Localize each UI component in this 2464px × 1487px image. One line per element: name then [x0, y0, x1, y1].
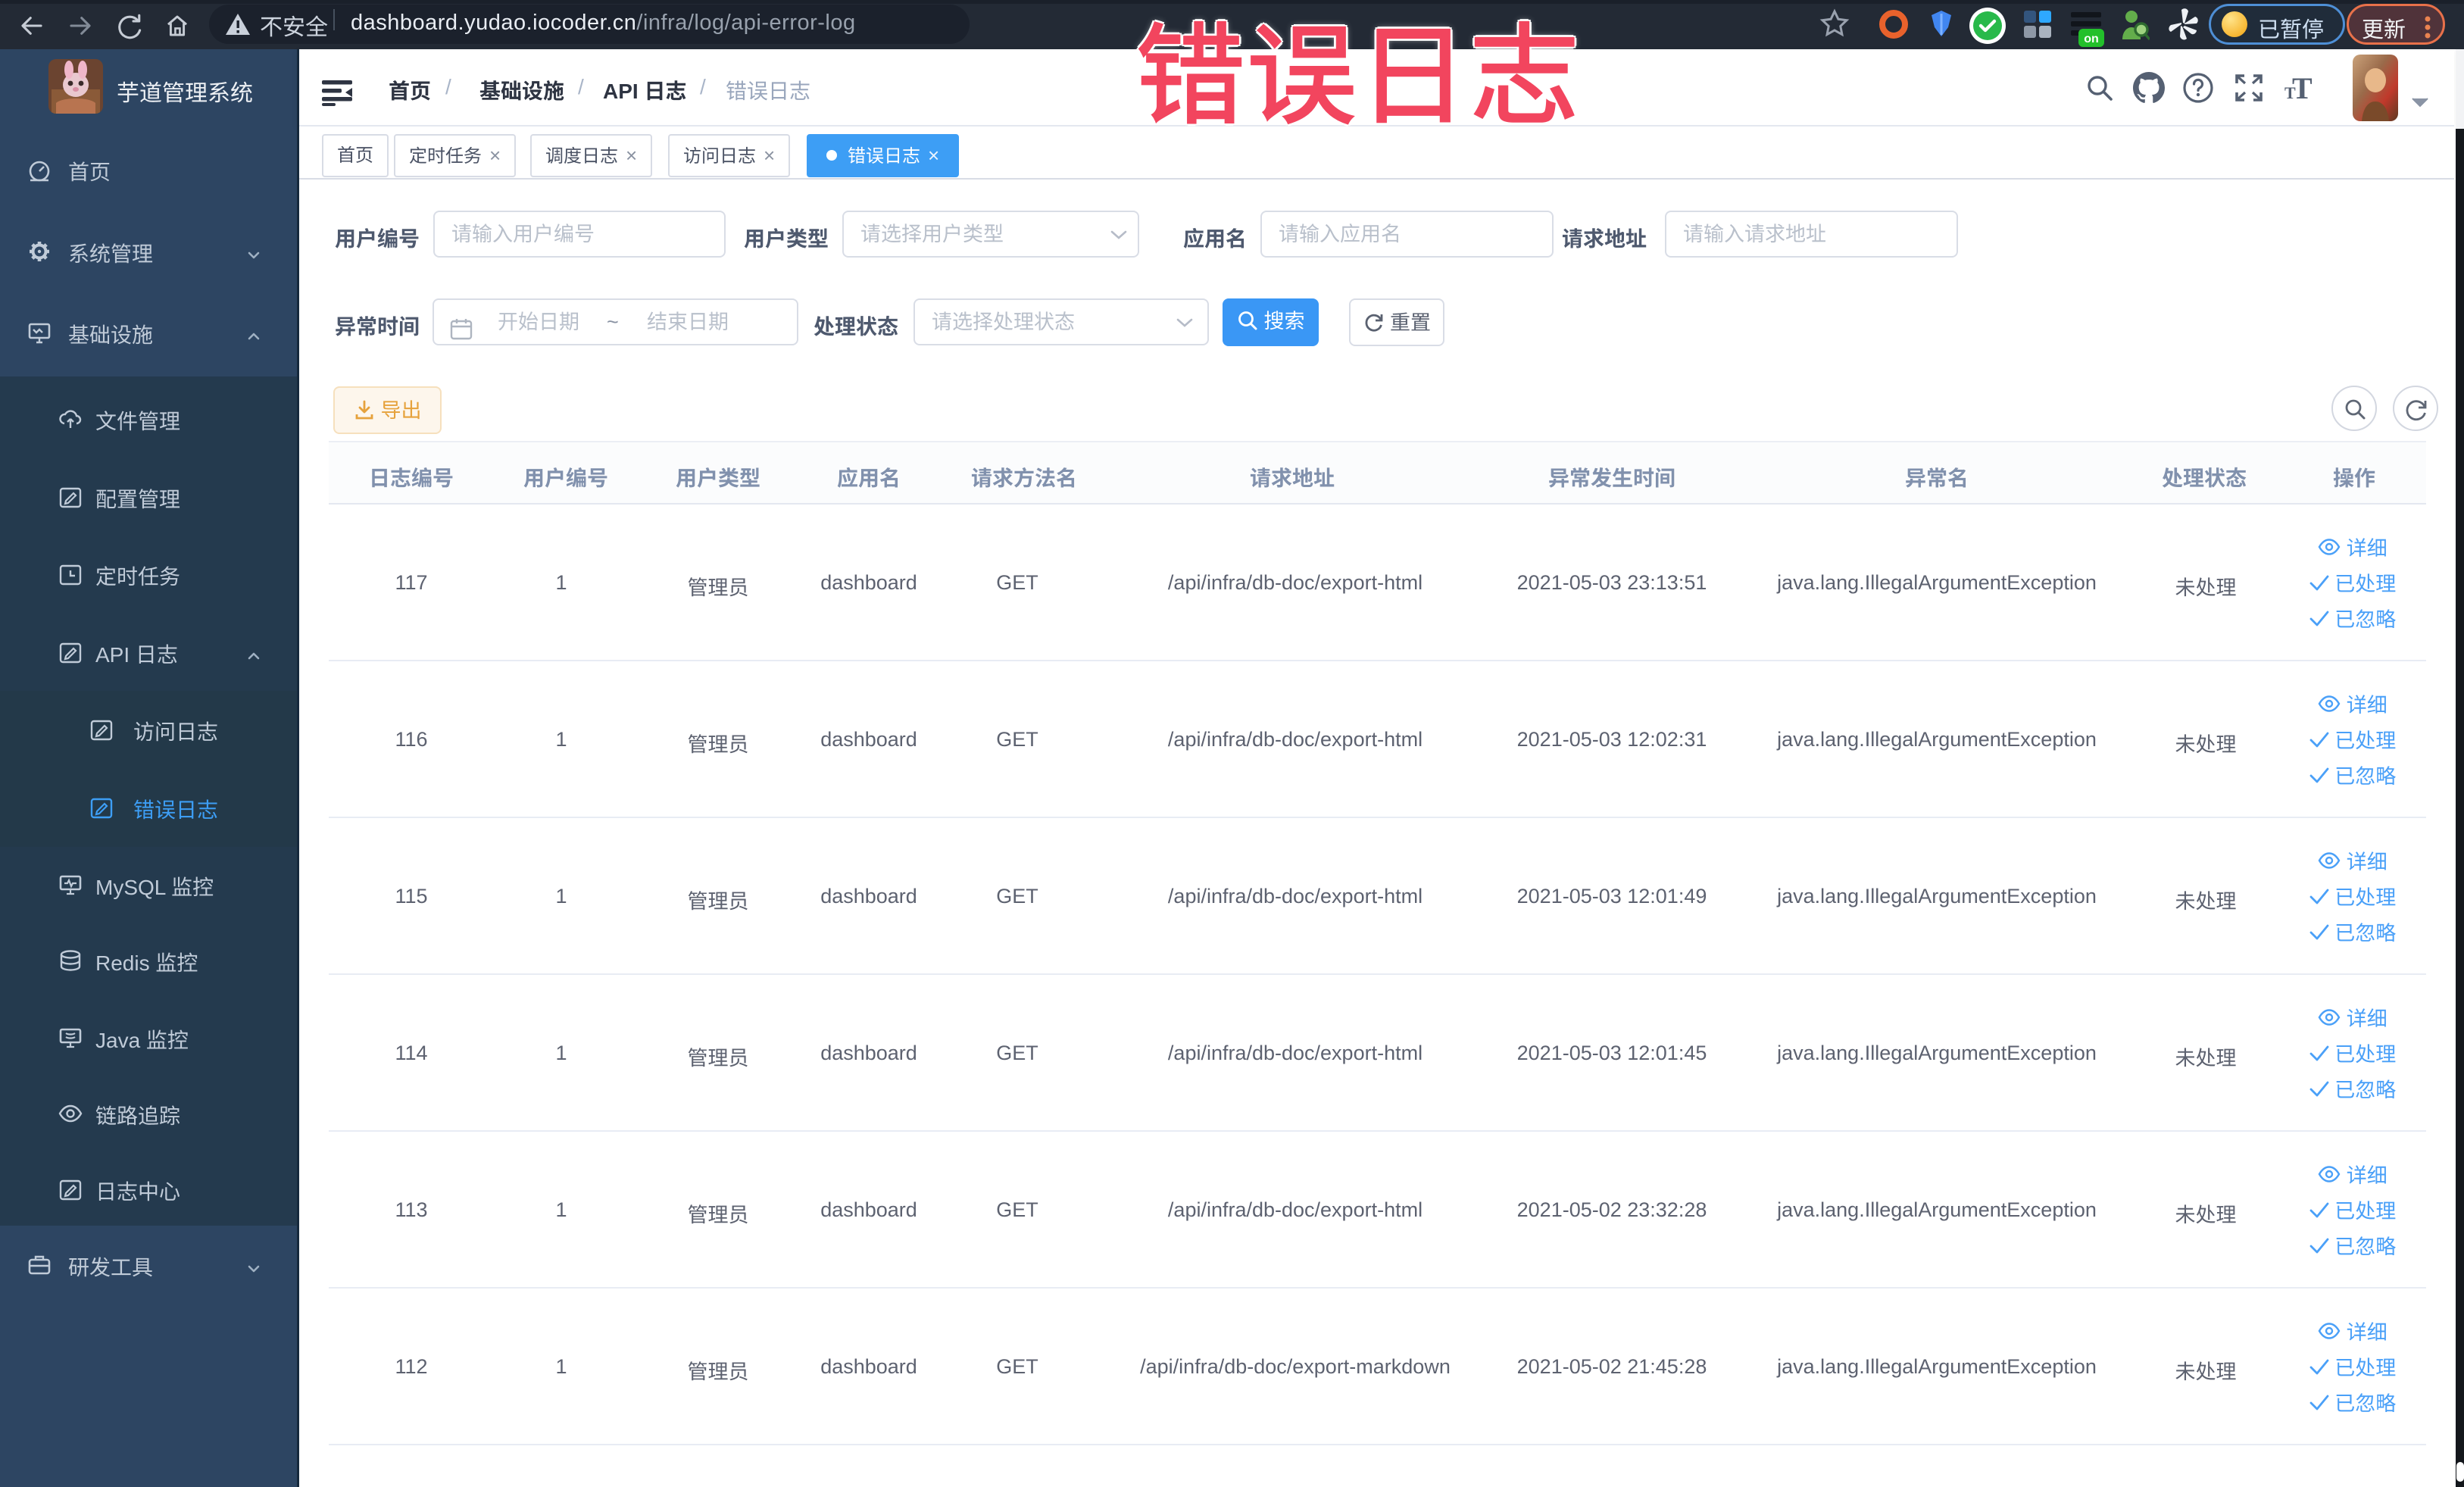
- svg-text:T: T: [2284, 83, 2296, 102]
- svg-text:on: on: [2084, 33, 2099, 45]
